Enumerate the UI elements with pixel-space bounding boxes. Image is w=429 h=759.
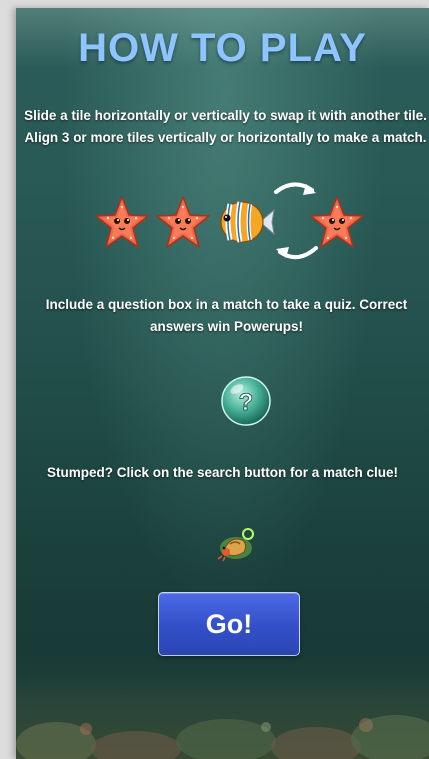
question-bubble-icon: ?: [221, 376, 271, 426]
instruction-line-1: Slide a tile horizontally or vertically …: [24, 108, 427, 123]
question-mark: ?: [239, 389, 254, 416]
quiz-instructions: Include a question box in a match to tak…: [45, 297, 408, 334]
how-to-play-panel: HOW TO PLAY Slide a tile horizontally or…: [16, 8, 429, 759]
hermit-crab-icon[interactable]: [216, 526, 256, 562]
coral-reef-decoration: [16, 649, 429, 759]
starfish-icon: [95, 196, 149, 248]
go-button[interactable]: Go!: [158, 592, 300, 656]
starfish-icon: [310, 196, 364, 248]
fish-icon: [220, 201, 275, 243]
page-title: HOW TO PLAY: [78, 26, 367, 70]
swap-demo: [16, 176, 429, 266]
instruction-line-2: Align 3 or more tiles vertically or hori…: [24, 130, 427, 145]
starfish-icon: [156, 196, 210, 248]
clue-instructions: Stumped? Click on the search button for …: [46, 465, 399, 480]
swap-instructions: Slide a tile horizontally or vertically …: [22, 105, 429, 149]
